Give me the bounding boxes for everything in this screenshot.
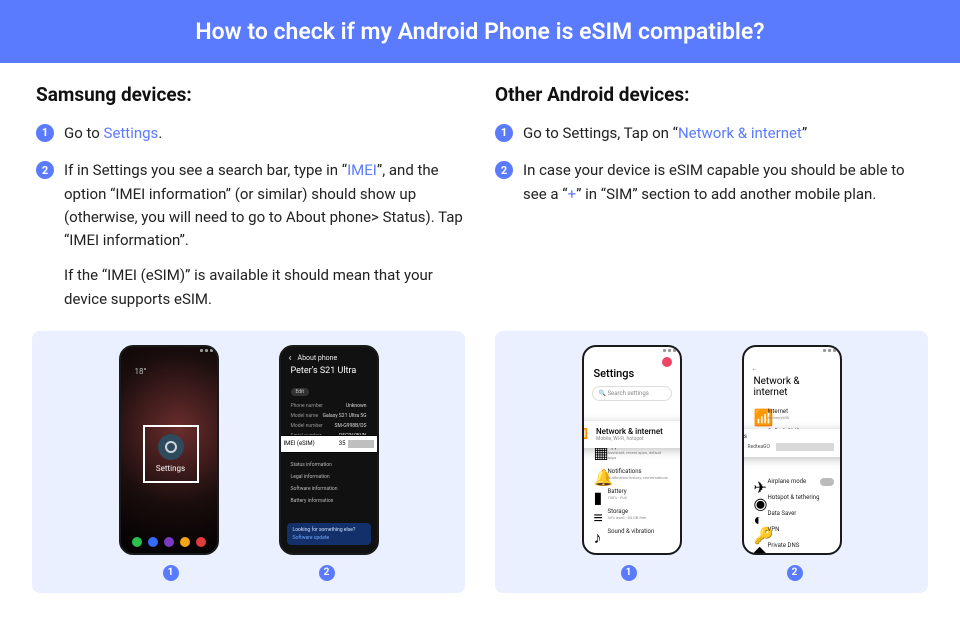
popout-title: Network & internet bbox=[596, 427, 663, 436]
imei-label: IMEI (eSIM) bbox=[284, 440, 315, 447]
text: Go to Settings, Tap on “ bbox=[523, 124, 678, 142]
kv-val: SM-G998B/DS bbox=[335, 423, 367, 429]
other-steps: 1 Go to Settings, Tap on “Network & inte… bbox=[495, 122, 924, 206]
badge-icon: 2 bbox=[787, 565, 803, 581]
info-list: Status information Legal information Sof… bbox=[281, 459, 377, 507]
kv-key: Model name bbox=[291, 413, 319, 419]
step-number-icon: 1 bbox=[495, 124, 513, 142]
back-icon: ‹ bbox=[289, 353, 292, 364]
toggle-icon bbox=[820, 478, 834, 486]
text: ” bbox=[802, 124, 807, 142]
text: ” in “SIM” section to add another mobile… bbox=[576, 185, 876, 203]
samsung-step-1: 1 Go to Settings. bbox=[36, 122, 465, 145]
samsung-heading: Samsung devices: bbox=[36, 83, 465, 106]
avatar bbox=[662, 357, 672, 367]
footer-card: Looking for something else? Software upd… bbox=[287, 523, 371, 545]
plane-icon: ✈ bbox=[754, 478, 762, 486]
settings-highlight: Settings bbox=[143, 425, 199, 483]
imei-esim-strip: IMEI (eSIM) 35 bbox=[279, 435, 379, 453]
kv-key: Model number bbox=[291, 423, 323, 429]
other-phone-settings: Settings 🔍 Search settings ▦AppsAssistan… bbox=[582, 345, 682, 555]
badge-icon: 1 bbox=[621, 565, 637, 581]
samsung-phone-about: ‹ About phone Peter's S21 Ultra Edit Pho… bbox=[279, 345, 379, 555]
text: . bbox=[158, 124, 162, 142]
about-phone-header: About phone bbox=[298, 354, 338, 362]
footer-question: Looking for something else? bbox=[293, 527, 365, 533]
network-internet-link[interactable]: Network & internet bbox=[678, 124, 802, 142]
footer-link: Software update bbox=[293, 535, 365, 541]
list-item: Battery information bbox=[281, 495, 377, 507]
text: If in Settings you see a search bar, typ… bbox=[64, 161, 347, 179]
other-badges: 1 2 bbox=[621, 565, 803, 581]
popout-sub: Mobile, Wi-Fi, hotspot bbox=[596, 436, 663, 442]
list-item: Legal information bbox=[281, 471, 377, 483]
network-internet-popout: 📶 Network & internet Mobile, Wi-Fi, hots… bbox=[582, 421, 682, 448]
samsung-steps: 1 Go to Settings. 2 If in Settings you s… bbox=[36, 122, 465, 311]
dock bbox=[121, 537, 217, 547]
network-internet-title: Network & internet bbox=[744, 374, 840, 404]
plus-link[interactable]: + bbox=[568, 185, 577, 203]
samsung-mock-panel: 18° Settings ‹ About phone Peter's S21 U… bbox=[32, 331, 465, 593]
bell-icon: 🔔 bbox=[594, 468, 602, 476]
kv-val: Galaxy S21 Ultra 5G bbox=[323, 413, 367, 419]
other-column: Other Android devices: 1 Go to Settings,… bbox=[495, 83, 924, 325]
edit-pill: Edit bbox=[291, 388, 309, 396]
gear-icon bbox=[158, 434, 184, 460]
mockup-row: 18° Settings ‹ About phone Peter's S21 U… bbox=[0, 331, 960, 593]
kv-val: Unknown bbox=[346, 403, 367, 409]
device-name: Peter's S21 Ultra bbox=[281, 366, 377, 378]
back-icon: ← bbox=[752, 365, 758, 372]
other-step-1: 1 Go to Settings, Tap on “Network & inte… bbox=[495, 122, 924, 145]
list-item: ▮Battery100% - Full bbox=[584, 484, 680, 504]
imei-prefix: 35 bbox=[339, 440, 346, 447]
datasaver-icon: ◐ bbox=[754, 510, 762, 518]
storage-icon: ≡ bbox=[594, 508, 602, 516]
samsung-step-2: 2 If in Settings you see a search bar, t… bbox=[36, 159, 465, 311]
imei-link[interactable]: IMEI bbox=[347, 161, 377, 179]
other-phone-network: ← Network & internet 📶InternetAnthonyWif… bbox=[742, 345, 842, 555]
samsung-badges: 1 2 bbox=[163, 565, 335, 581]
list-item: ✈Airplane mode bbox=[744, 474, 840, 490]
search-placeholder: Search settings bbox=[607, 390, 648, 397]
gear-label: Settings bbox=[156, 464, 185, 473]
text: If the “IMEI (eSIM)” is available it sho… bbox=[64, 264, 465, 311]
badge-icon: 1 bbox=[163, 565, 179, 581]
wifi-icon: 📶 bbox=[582, 429, 588, 440]
list-item: 📶InternetAnthonyWifi bbox=[744, 404, 840, 424]
samsung-phone-homescreen: 18° Settings bbox=[119, 345, 219, 555]
badge-icon: 2 bbox=[319, 565, 335, 581]
settings-link[interactable]: Settings bbox=[104, 124, 159, 142]
imei-mask bbox=[348, 440, 374, 448]
carrier-name: RedteaGO bbox=[748, 444, 770, 450]
banner-title: How to check if my Android Phone is eSIM… bbox=[195, 18, 764, 45]
step-number-icon: 1 bbox=[36, 124, 54, 142]
other-step-2: 2 In case your device is eSIM capable yo… bbox=[495, 159, 924, 206]
step-number-icon: 2 bbox=[495, 161, 513, 179]
content-columns: Samsung devices: 1 Go to Settings. 2 If … bbox=[0, 63, 960, 325]
weather-widget: 18° bbox=[135, 367, 147, 376]
samsung-column: Samsung devices: 1 Go to Settings. 2 If … bbox=[36, 83, 465, 325]
list-item: 🔔NotificationsNotification history, conv… bbox=[584, 464, 680, 484]
search-bar: 🔍 Search settings bbox=[592, 386, 672, 401]
list-item: Software information bbox=[281, 483, 377, 495]
text: Go to bbox=[64, 124, 104, 142]
other-mock-panel: Settings 🔍 Search settings ▦AppsAssistan… bbox=[495, 331, 928, 593]
page-banner: How to check if my Android Phone is eSIM… bbox=[0, 0, 960, 63]
plus-icon: + bbox=[840, 442, 842, 453]
kv-key: Phone number bbox=[291, 403, 323, 409]
sound-icon: ♪ bbox=[594, 528, 602, 536]
vpn-icon: 🔑 bbox=[754, 526, 762, 534]
other-heading: Other Android devices: bbox=[495, 83, 924, 106]
sims-popout: SIMs RedteaGO + bbox=[742, 429, 842, 457]
sim-mask bbox=[776, 443, 834, 451]
wifi-icon: 📶 bbox=[754, 408, 762, 416]
battery-icon: ▮ bbox=[594, 488, 602, 496]
sims-label: SIMs bbox=[742, 433, 842, 440]
list-item: Status information bbox=[281, 459, 377, 471]
step-number-icon: 2 bbox=[36, 161, 54, 179]
dns-icon: ◆ bbox=[754, 542, 762, 550]
list-item: ≡Storage34% used - 84 GB free bbox=[584, 504, 680, 524]
